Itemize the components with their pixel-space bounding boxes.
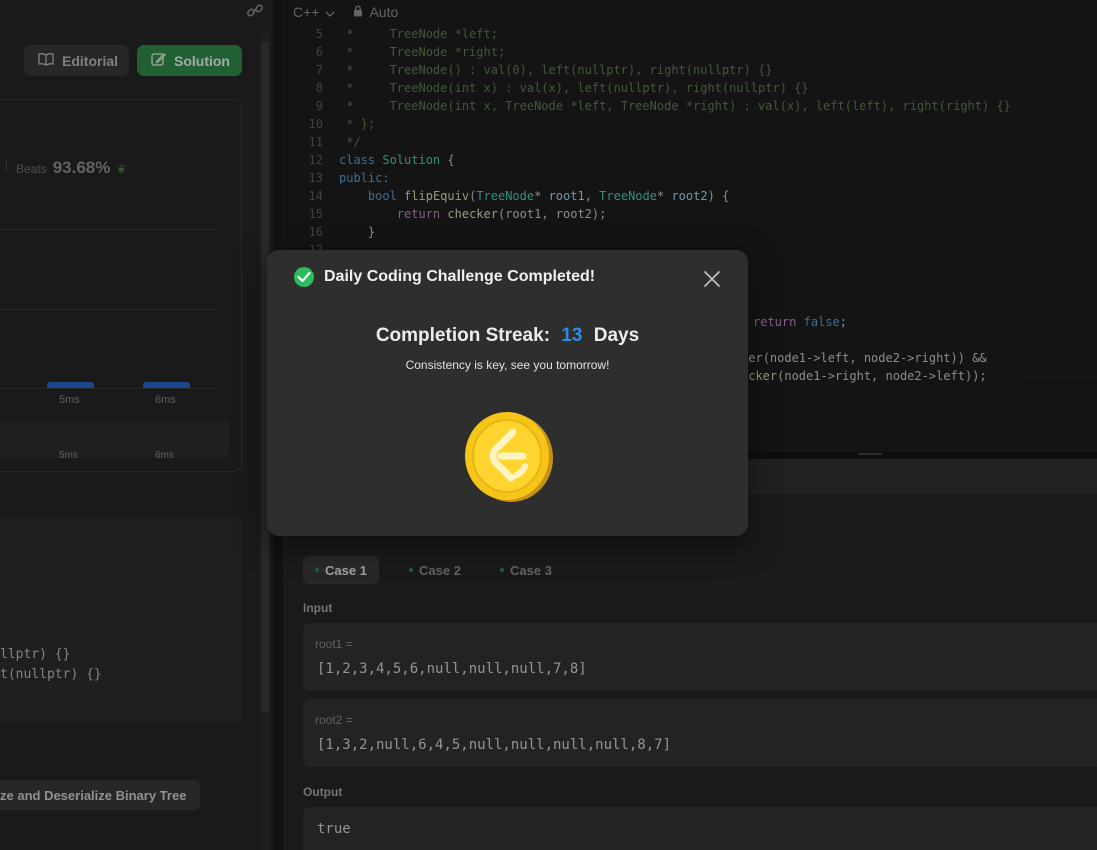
check-circle-icon — [294, 267, 314, 287]
streak-unit: Days — [593, 325, 640, 346]
app-root: Editorial Solution Beats 93.68% ❦ 5ms 6m… — [0, 0, 1097, 850]
coin-icon — [465, 410, 553, 502]
streak-label: Completion Streak: — [375, 325, 551, 346]
close-icon[interactable] — [700, 267, 724, 291]
modal-subtitle: Consistency is key, see you tomorrow! — [405, 358, 610, 372]
completion-modal: Daily Coding Challenge Completed! Comple… — [267, 250, 748, 536]
modal-title: Daily Coding Challenge Completed! — [324, 268, 596, 285]
streak-line: Completion Streak: 13 Days — [267, 325, 748, 347]
streak-count: 13 — [561, 325, 583, 346]
